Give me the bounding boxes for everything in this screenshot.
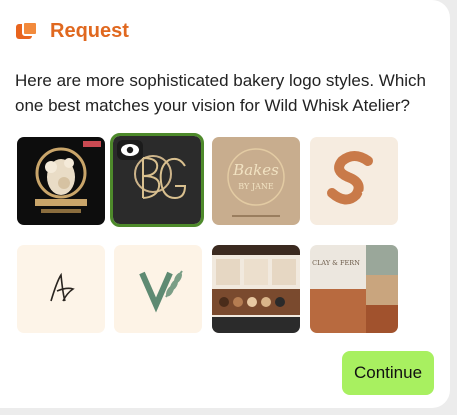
eye-icon[interactable]	[121, 144, 139, 156]
logo-option-1[interactable]	[17, 137, 105, 225]
question-text: Here are more sophisticated bakery logo …	[15, 71, 427, 115]
svg-text:CLAY & FERN: CLAY & FERN	[312, 259, 360, 267]
gold-script-logo-icon: Bakes BY JANE	[212, 137, 300, 225]
request-header: Request	[16, 20, 129, 43]
logo-option-7[interactable]	[212, 245, 300, 333]
request-title: Request	[50, 20, 129, 42]
bg-monogram-logo-icon	[113, 136, 201, 224]
v-wheat-logo-icon	[114, 245, 202, 333]
clay-and-fern-board-icon: CLAY & FERN	[310, 245, 398, 333]
black-gold-cake-logo-icon	[17, 137, 105, 225]
svg-text:BY JANE: BY JANE	[238, 182, 274, 191]
logo-option-8[interactable]: CLAY & FERN	[310, 245, 398, 333]
logo-option-3[interactable]: Bakes BY JANE	[212, 137, 300, 225]
brand-board-palette-icon	[212, 245, 300, 333]
s-leaf-logo-icon	[310, 137, 398, 225]
request-icon	[16, 20, 38, 43]
svg-text:Bakes: Bakes	[232, 161, 279, 179]
logo-option-4[interactable]	[310, 137, 398, 225]
continue-button[interactable]: Continue	[342, 351, 434, 395]
logo-option-6[interactable]	[114, 245, 202, 333]
logo-option-5[interactable]	[17, 245, 105, 333]
script-monogram-logo-icon	[17, 245, 105, 333]
request-card: Request Here are more sophisticated bake…	[0, 0, 450, 408]
logo-option-2[interactable]	[110, 133, 204, 227]
